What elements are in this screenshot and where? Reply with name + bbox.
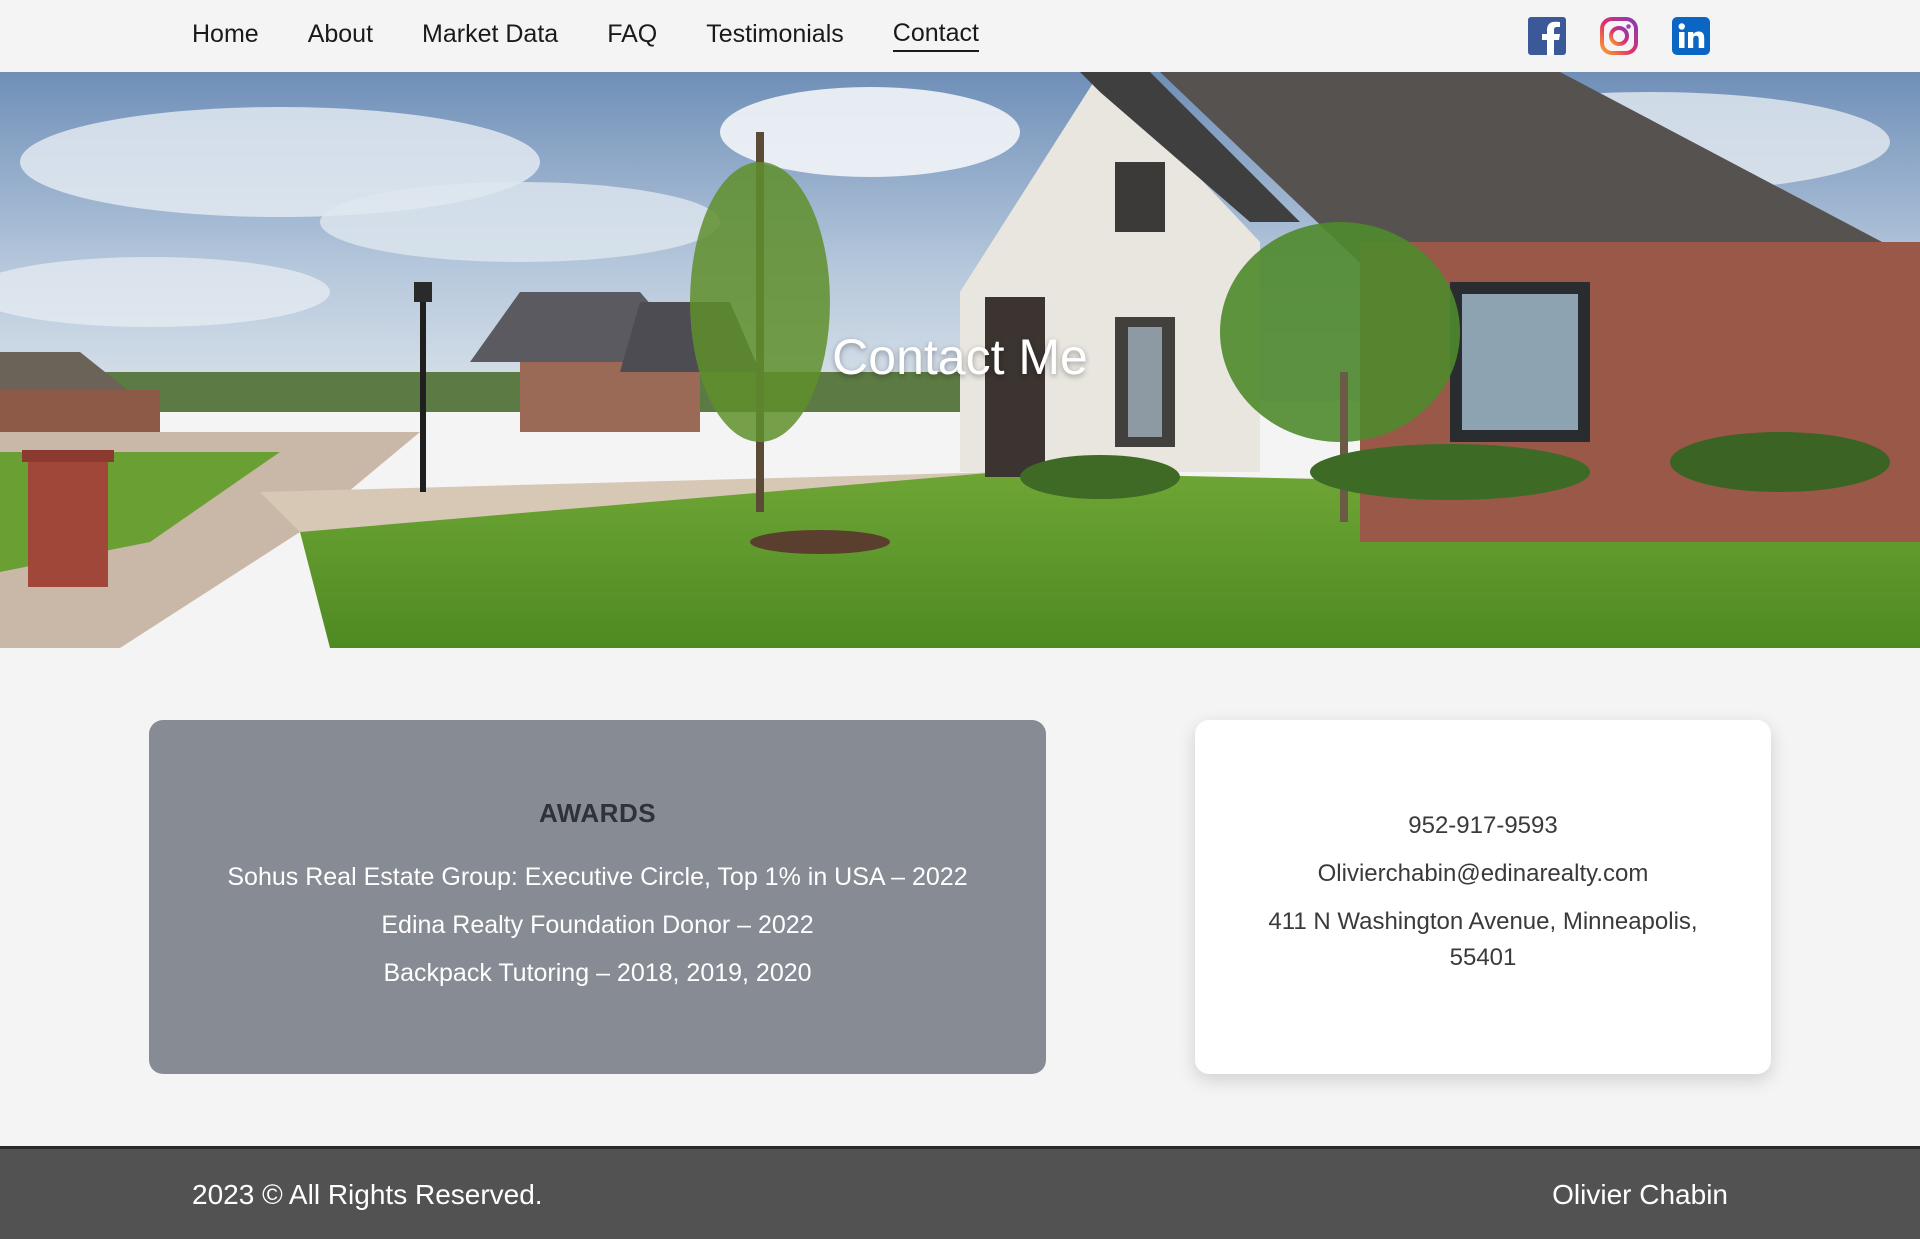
footer-copyright: 2023 © All Rights Reserved.: [192, 1179, 543, 1210]
hero-title: Contact Me: [832, 329, 1088, 385]
footer-owner-name: Olivier Chabin: [1552, 1179, 1728, 1210]
instagram-icon[interactable]: [1600, 17, 1638, 55]
nav-about-link[interactable]: About: [308, 21, 373, 51]
contact-address: 411 N Washington Avenue, Minneapolis, 55…: [1268, 908, 1698, 971]
contact-email[interactable]: Olivierchabin@edinarealty.com: [1195, 856, 1771, 892]
nav-home-link[interactable]: Home: [192, 21, 259, 51]
social-links: [1528, 17, 1710, 55]
page-footer: 2023 © All Rights Reserved. Olivier Chab…: [0, 1146, 1920, 1239]
nav-market-data-link[interactable]: Market Data: [422, 21, 558, 51]
award-item: Backpack Tutoring – 2018, 2019, 2020: [383, 959, 812, 987]
hero-banner: Contact Me: [0, 72, 1920, 648]
awards-list: Sohus Real Estate Group: Executive Circl…: [149, 853, 1046, 997]
nav-faq-link[interactable]: FAQ: [607, 21, 657, 51]
award-item: Edina Realty Foundation Donor – 2022: [381, 911, 814, 939]
contact-phone[interactable]: 952-917-9593: [1195, 808, 1771, 844]
nav-contact-link[interactable]: Contact: [892, 20, 979, 52]
awards-title: AWARDS: [538, 798, 657, 828]
top-navigation: Home About Market Data FAQ Testimonials …: [0, 0, 1920, 72]
nav-links: Home About Market Data FAQ Testimonials …: [192, 0, 979, 72]
linkedin-icon[interactable]: [1672, 17, 1710, 55]
nav-testimonials-link[interactable]: Testimonials: [706, 21, 844, 51]
facebook-icon[interactable]: [1528, 17, 1566, 55]
contact-info-card: 952-917-9593 Olivierchabin@edinarealty.c…: [1195, 720, 1771, 1074]
award-item: Sohus Real Estate Group: Executive Circl…: [227, 863, 968, 891]
awards-card: AWARDS Sohus Real Estate Group: Executiv…: [149, 720, 1046, 1074]
